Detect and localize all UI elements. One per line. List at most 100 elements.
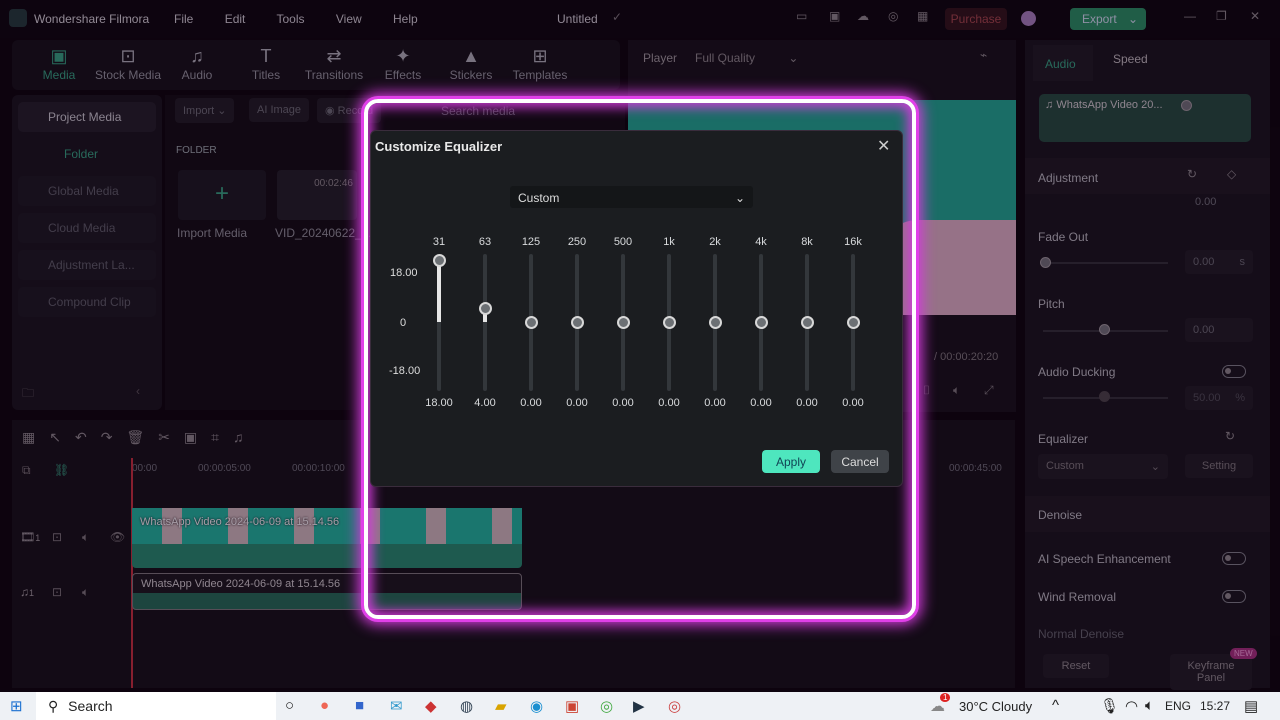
app-icon[interactable]: ◍: [460, 697, 473, 715]
band-slider-knob[interactable]: [616, 315, 630, 329]
audio-lock-icon[interactable]: ⊡: [52, 585, 62, 599]
layout-icon[interactable]: ▭: [796, 9, 807, 23]
media-clip-thumbnail[interactable]: 00:02:46: [277, 170, 357, 220]
band-slider-knob[interactable]: [662, 315, 676, 329]
chrome-icon[interactable]: ◎: [600, 697, 613, 715]
filmora-taskbar-icon[interactable]: ▶: [633, 697, 645, 715]
band-slider-knob[interactable]: [846, 315, 860, 329]
band-slider-knob[interactable]: [800, 315, 814, 329]
mail-icon[interactable]: ✉: [390, 697, 403, 715]
powerpoint-icon[interactable]: ▣: [565, 697, 579, 715]
import-button[interactable]: Import ⌄: [175, 98, 235, 123]
cloud-icon[interactable]: ☁: [857, 9, 869, 23]
toolbar-effects[interactable]: ✦ Effects: [368, 46, 438, 82]
toolbar-transitions[interactable]: ⇄ Transitions: [299, 46, 369, 82]
close-window-icon[interactable]: ✕: [1250, 9, 1260, 23]
mute-icon[interactable]: 🔈︎: [82, 530, 89, 545]
toolbar-stock-media[interactable]: ⊡ Stock Media: [93, 46, 163, 82]
mic-icon[interactable]: 🎙︎: [1100, 697, 1119, 715]
menu-edit[interactable]: Edit: [225, 12, 246, 26]
keyframe-panel-button[interactable]: Keyframe Panel: [1170, 654, 1252, 690]
keyframe-diamond-icon[interactable]: ◇: [1227, 167, 1236, 181]
menu-help[interactable]: Help: [393, 12, 418, 26]
audio-clip[interactable]: WhatsApp Video 2024-06-09 at 15.14.56: [132, 573, 522, 610]
fade-out-knob[interactable]: [1040, 257, 1051, 268]
equalizer-setting-button[interactable]: Setting: [1185, 454, 1253, 478]
clip-volume-knob[interactable]: [1181, 100, 1192, 111]
equalizer-reset-icon[interactable]: ↻: [1225, 429, 1235, 443]
fullscreen-icon[interactable]: ⤢: [984, 383, 994, 398]
store-icon[interactable]: ■: [355, 697, 364, 714]
band-slider-track[interactable]: [483, 254, 487, 391]
import-media-button[interactable]: +: [178, 170, 266, 220]
tray-chevron-icon[interactable]: ^: [1052, 697, 1059, 714]
fade-in-value[interactable]: 0.00: [1195, 196, 1216, 208]
firefox-icon[interactable]: ●: [320, 697, 329, 714]
notifications-icon[interactable]: ▤: [1244, 697, 1258, 715]
toolbar-stickers[interactable]: ▲ Stickers: [436, 46, 506, 82]
support-icon[interactable]: ◎: [888, 9, 898, 23]
language[interactable]: ENG: [1165, 699, 1191, 713]
clock[interactable]: 15:27: [1200, 699, 1230, 713]
restore-icon[interactable]: ❐: [1216, 9, 1227, 23]
band-slider-knob[interactable]: [754, 315, 768, 329]
taskbar-search[interactable]: ⚲ Search: [36, 692, 276, 720]
menu-view[interactable]: View: [336, 12, 362, 26]
save-icon[interactable]: ▣: [829, 9, 840, 23]
tab-audio[interactable]: Audio: [1033, 45, 1093, 81]
video-clip[interactable]: WhatsApp Video 2024-06-09 at 15.14.56: [132, 508, 522, 568]
menu-file[interactable]: File: [174, 12, 193, 26]
sidebar-cloud-media[interactable]: Cloud Media: [18, 213, 156, 243]
purchase-button[interactable]: Purchase: [945, 8, 1007, 30]
sidebar-project-media[interactable]: Project Media: [18, 102, 156, 132]
equalizer-preset-dropdown[interactable]: Custom ⌄: [1038, 454, 1168, 479]
audio-mute-icon[interactable]: 🔈︎: [82, 585, 89, 600]
pitch-input[interactable]: 0.00: [1185, 318, 1253, 342]
ducking-input[interactable]: 50.00%: [1185, 386, 1253, 410]
sidebar-global-media[interactable]: Global Media: [18, 176, 156, 206]
weather-text[interactable]: 30°C Cloudy: [959, 699, 1032, 714]
fade-out-input[interactable]: 0.00 s: [1185, 250, 1253, 274]
add-track-icon[interactable]: ⧉: [22, 463, 31, 478]
quality-dropdown[interactable]: Full Quality ⌄: [695, 51, 798, 65]
snapshot-icon[interactable]: ⌷: [923, 383, 930, 398]
toolbar-media[interactable]: ▣ Media: [24, 46, 94, 82]
toolbar-templates[interactable]: ⊞ Templates: [505, 46, 575, 82]
menu-tools[interactable]: Tools: [277, 12, 305, 26]
avatar[interactable]: [1021, 11, 1036, 26]
fade-out-slider[interactable]: [1043, 262, 1168, 264]
band-slider-knob[interactable]: [432, 254, 446, 268]
sidebar-folder[interactable]: Folder: [18, 139, 156, 169]
close-icon[interactable]: ✕: [877, 136, 890, 156]
sidebar-compound-clip[interactable]: Compound Clip: [18, 287, 156, 317]
search-input[interactable]: Search media: [441, 104, 515, 118]
speaker-icon[interactable]: 🔈︎: [1145, 697, 1154, 714]
ai-image-button[interactable]: AI Image: [249, 98, 310, 122]
band-slider-knob[interactable]: [570, 315, 584, 329]
cancel-button[interactable]: Cancel: [831, 450, 889, 473]
reset-button[interactable]: Reset: [1043, 654, 1109, 678]
tab-speed[interactable]: Speed: [1113, 52, 1148, 66]
new-folder-icon[interactable]: 🗀: [22, 384, 34, 405]
timeline-tools[interactable]: ▦↖↶↷🗑✂▣⌗♫: [22, 429, 258, 446]
band-slider-knob[interactable]: [478, 301, 492, 315]
waveform-icon[interactable]: ⌁: [980, 48, 987, 62]
export-button[interactable]: Export ⌄: [1070, 8, 1146, 30]
eye-icon[interactable]: 👁︎: [110, 530, 125, 544]
ai-speech-toggle[interactable]: [1222, 552, 1246, 565]
ducking-knob[interactable]: [1099, 391, 1110, 402]
app-icon[interactable]: ◆: [425, 697, 437, 715]
sidebar-adjustment-layer[interactable]: Adjustment La...: [18, 250, 156, 280]
wifi-icon[interactable]: ◠: [1125, 697, 1138, 715]
reset-icon[interactable]: ↻: [1187, 167, 1197, 181]
file-explorer-icon[interactable]: ▰: [495, 697, 507, 715]
pitch-knob[interactable]: [1099, 324, 1110, 335]
volume-icon[interactable]: 🔈︎: [953, 383, 960, 398]
preset-dropdown[interactable]: Custom ⌄: [510, 186, 753, 208]
audio-ducking-toggle[interactable]: [1222, 365, 1246, 378]
apps-grid-icon[interactable]: ▦: [917, 9, 928, 23]
edge-icon[interactable]: ◉: [530, 697, 543, 715]
band-slider-knob[interactable]: [708, 315, 722, 329]
windows-start-icon[interactable]: ⊞: [10, 697, 23, 715]
link-icon[interactable]: ⛓: [54, 463, 69, 477]
